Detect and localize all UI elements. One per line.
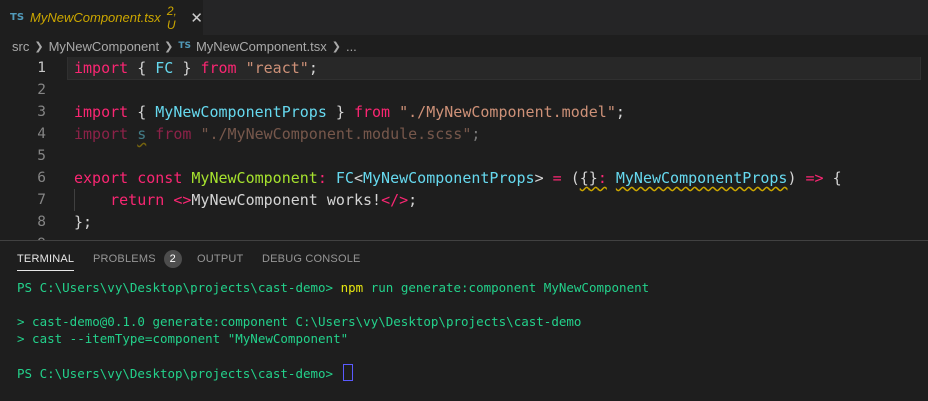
tab-problems[interactable]: PROBLEMS 2	[93, 241, 182, 276]
breadcrumb-item-file[interactable]: MyNewComponent.tsx	[196, 39, 327, 54]
code-line[interactable]: 7 return <>MyNewComponent works!</>;	[0, 189, 928, 211]
identifier: FC	[335, 169, 354, 187]
terminal-output[interactable]: PS C:\Users\vy\Desktop\projects\cast-dem…	[17, 279, 649, 381]
keyword: import	[74, 103, 129, 121]
editor-tab-bar: TS MyNewComponent.tsx 2, U ✕	[0, 0, 928, 35]
breadcrumb-item-symbols[interactable]: ...	[346, 39, 357, 54]
code-line[interactable]: 5	[0, 145, 928, 167]
problems-count-badge: 2	[163, 249, 182, 268]
line-number: 3	[37, 104, 46, 120]
line-number: 6	[37, 170, 46, 186]
code-line[interactable]: 6 export const MyNewComponent: FC<MyNewC…	[0, 167, 928, 189]
editor-tab-mynewcomponent[interactable]: TS MyNewComponent.tsx 2, U ✕	[0, 0, 203, 35]
typescript-icon: TS	[10, 12, 25, 23]
identifier: FC	[155, 59, 174, 77]
code-line[interactable]: 1 import { FC } from "react";	[0, 57, 928, 80]
keyword: return	[110, 191, 165, 209]
tab-file-name: MyNewComponent.tsx	[30, 10, 161, 25]
code-line[interactable]: 3 import { MyNewComponentProps } from ".…	[0, 101, 928, 123]
terminal-line: PS C:\Users\vy\Desktop\projects\cast-dem…	[17, 280, 650, 295]
close-icon[interactable]: ✕	[190, 9, 203, 27]
identifier: MyNewComponentProps	[155, 103, 327, 121]
code-line[interactable]: 4 import s from "./MyNewComponent.module…	[0, 123, 928, 145]
identifier: MyNewComponentProps	[615, 169, 788, 187]
line-number: 7	[37, 192, 46, 208]
keyword: from	[155, 125, 192, 143]
breadcrumb: src ❯ MyNewComponent ❯ TS MyNewComponent…	[0, 35, 928, 57]
identifier: s	[137, 125, 147, 143]
line-number: 4	[37, 126, 46, 142]
chevron-right-icon: ❯	[34, 39, 44, 53]
tab-debug-console[interactable]: DEBUG CONSOLE	[262, 241, 361, 276]
terminal-line: PS C:\Users\vy\Desktop\projects\cast-dem…	[17, 364, 649, 381]
tab-status: 2, U	[166, 3, 177, 32]
string: "./MyNewComponent.module.scss"	[200, 125, 472, 143]
code-line[interactable]: 9	[0, 233, 928, 240]
code-editor[interactable]: 1 import { FC } from "react"; 2 3 import…	[0, 57, 928, 240]
tab-terminal[interactable]: TERMINAL	[17, 241, 75, 276]
code-line[interactable]: 2	[0, 79, 928, 101]
string: "react"	[245, 59, 309, 77]
indent-guide	[74, 189, 75, 211]
typescript-icon: TS	[178, 41, 191, 51]
panel-tab-bar: TERMINAL PROBLEMS 2 OUTPUT DEBUG CONSOLE	[0, 241, 928, 276]
keyword: from	[200, 59, 237, 77]
terminal-line: > cast --itemType=component "MyNewCompon…	[17, 331, 349, 346]
code-line[interactable]: 8 };	[0, 211, 928, 233]
keyword: const	[137, 169, 183, 187]
terminal-cursor	[342, 364, 353, 381]
identifier: MyNewComponent	[191, 169, 318, 187]
line-number: 2	[37, 82, 46, 98]
chevron-right-icon: ❯	[164, 39, 174, 53]
terminal-line: > cast-demo@0.1.0 generate:component C:\…	[17, 314, 582, 329]
chevron-right-icon: ❯	[331, 39, 341, 53]
breadcrumb-item-src[interactable]: src	[12, 39, 29, 54]
keyword: import	[74, 125, 129, 143]
bottom-panel: TERMINAL PROBLEMS 2 OUTPUT DEBUG CONSOLE …	[0, 240, 928, 401]
string: "./MyNewComponent.model"	[399, 103, 616, 121]
line-number: 8	[37, 214, 46, 230]
line-number: 1	[37, 60, 46, 76]
breadcrumb-item-folder[interactable]: MyNewComponent	[49, 39, 160, 54]
tab-output[interactable]: OUTPUT	[197, 241, 243, 276]
jsx-text: MyNewComponent works!	[191, 191, 382, 209]
keyword: export	[74, 169, 129, 187]
line-number: 5	[37, 148, 46, 164]
keyword: import	[74, 59, 129, 77]
keyword: from	[353, 103, 391, 121]
identifier: MyNewComponentProps	[363, 169, 535, 187]
